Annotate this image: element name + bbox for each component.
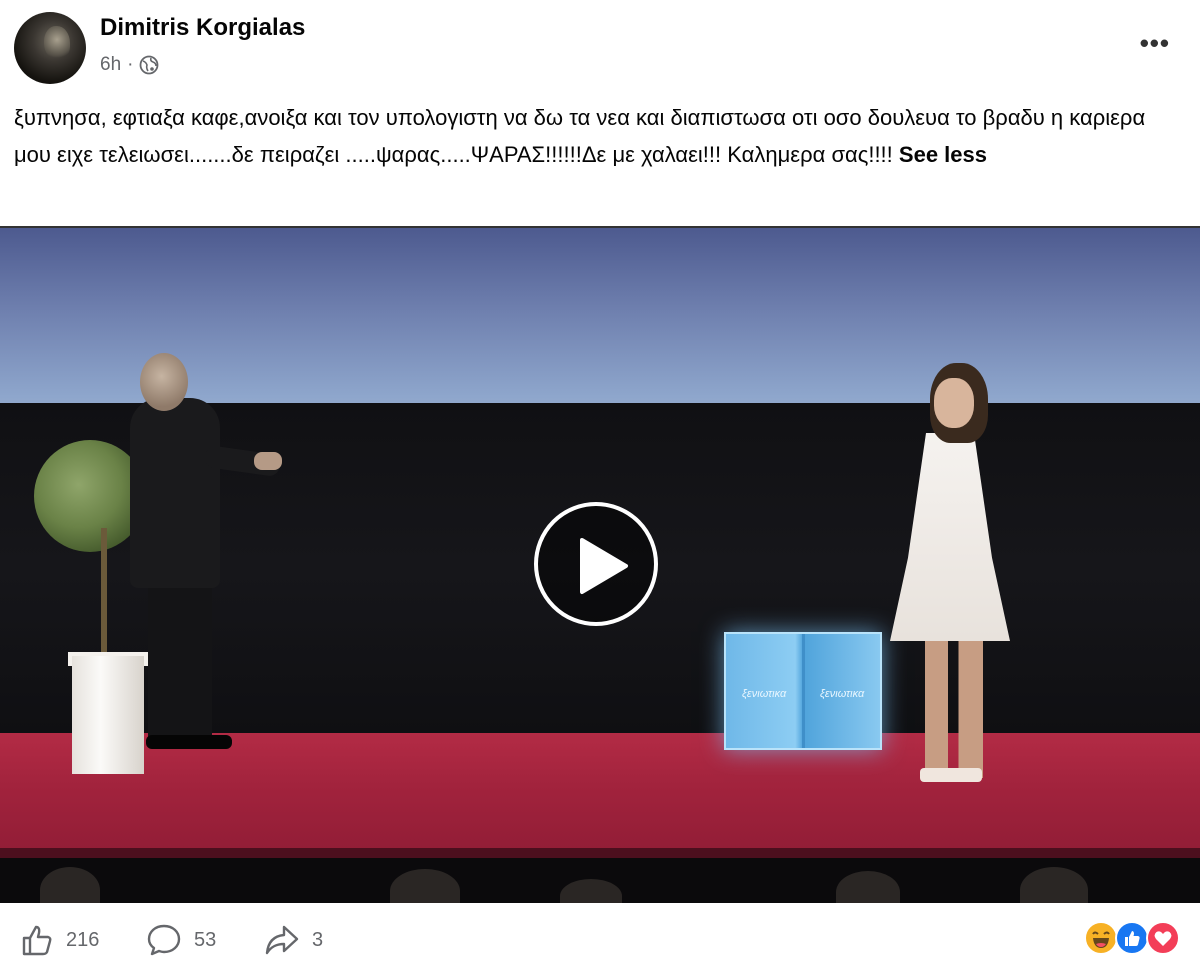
man-speaker	[130, 398, 220, 588]
comment-icon	[147, 924, 181, 956]
see-less-link[interactable]: See less	[899, 142, 987, 167]
meta-separator: ·	[127, 54, 134, 75]
globe-icon[interactable]	[139, 55, 159, 75]
comment-stat[interactable]: 53	[146, 923, 216, 957]
post-caption: ξυπνησα, εφτιαξα καφε,ανοιξα και τον υπο…	[14, 99, 1184, 173]
haha-icon	[1084, 921, 1118, 955]
cube-label-right: ξενιωτικα	[820, 688, 865, 700]
cube-label-left: ξενιωτικα	[742, 688, 787, 700]
audience	[0, 858, 1200, 903]
video-player[interactable]: ξενιωτικα ξενιωτικα	[0, 226, 1200, 903]
like-reaction-icon	[1115, 921, 1149, 955]
plant-pot	[72, 656, 144, 774]
like-count: 216	[66, 928, 100, 951]
play-icon[interactable]	[534, 502, 658, 626]
reaction-summary[interactable]	[1084, 921, 1184, 957]
like-stat[interactable]: 216	[20, 923, 99, 957]
man-head	[140, 353, 188, 411]
share-stat[interactable]: 3	[264, 923, 323, 957]
post-time[interactable]: 6h	[100, 54, 121, 76]
share-count: 3	[312, 928, 324, 951]
man-legs	[148, 578, 212, 738]
post-footer: 216 53 3	[0, 903, 1200, 978]
avatar[interactable]	[14, 12, 86, 84]
lit-cube-prop: ξενιωτικα ξενιωτικα	[724, 632, 882, 750]
tree-trunk	[101, 528, 107, 654]
man-shoes	[146, 735, 232, 749]
post-header: Dimitris Korgialas 6h · •••	[0, 0, 1200, 92]
man-hand	[254, 452, 282, 470]
comment-count: 53	[194, 928, 217, 951]
author-name[interactable]: Dimitris Korgialas	[100, 14, 305, 42]
thumbs-up-icon	[22, 925, 52, 956]
woman-shoes	[920, 768, 982, 782]
more-options-icon[interactable]: •••	[1140, 28, 1170, 59]
stage-floor	[0, 733, 1200, 863]
share-icon	[265, 925, 299, 955]
love-icon	[1146, 921, 1180, 955]
post-meta: 6h ·	[100, 54, 159, 76]
woman-legs	[925, 638, 983, 778]
woman-face	[934, 378, 974, 428]
